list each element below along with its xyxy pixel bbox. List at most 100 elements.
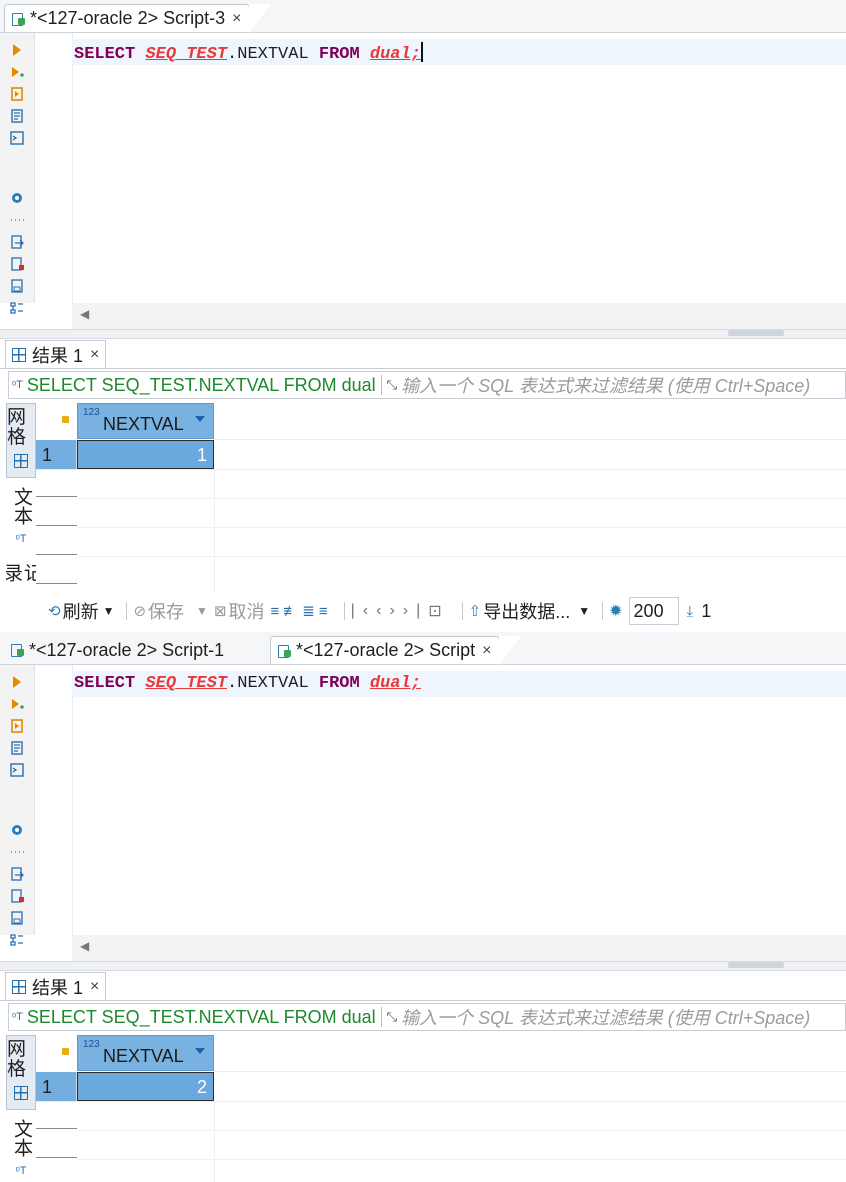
- filter-sql-text: SELECT SEQ_TEST.NEXTVAL FROM dual: [26, 374, 376, 395]
- cancel-button[interactable]: ⊠ 取消: [214, 598, 265, 624]
- next-page-icon[interactable]: ›: [389, 602, 402, 620]
- export-icon[interactable]: [9, 867, 25, 881]
- export-icon[interactable]: [9, 235, 25, 249]
- results-filter-bar[interactable]: ᵒT SELECT SEQ_TEST.NEXTVAL FROM dual ⤡ 输…: [8, 371, 846, 399]
- side-tab-grid[interactable]: 网格: [6, 403, 36, 478]
- execute-script-icon[interactable]: [9, 87, 25, 101]
- sql-code-line[interactable]: SELECT SEQ_TEST.NEXTVAL FROM dual;: [74, 674, 421, 693]
- sql-text: .NEXTVAL: [227, 674, 319, 693]
- sql-code-line[interactable]: SELECT SEQ_TEST.NEXTVAL FROM dual;: [74, 42, 423, 64]
- horizontal-scrollbar[interactable]: ◀: [72, 935, 846, 961]
- open-console-icon[interactable]: [9, 131, 25, 145]
- editor-tab-script[interactable]: *<127-oracle 2> Script ×: [270, 636, 522, 665]
- prev-page-icon[interactable]: ‹: [376, 602, 389, 620]
- export-data-button[interactable]: ⇧ 导出数据... ▼: [469, 598, 590, 624]
- execute-statement-icon[interactable]: [9, 675, 25, 689]
- editor-tab-script-3[interactable]: *<127-oracle 2> Script-3 ×: [4, 4, 272, 33]
- settings-icon[interactable]: [9, 191, 25, 205]
- grid-icon: [12, 347, 26, 362]
- execute-in-new-tab-icon[interactable]: [9, 698, 25, 712]
- sort-arrow-icon[interactable]: [195, 1048, 205, 1054]
- more-icon[interactable]: [9, 845, 25, 859]
- editor-tab-script-1[interactable]: *<127-oracle 2> Script-1: [4, 636, 232, 664]
- expand-filter-icon[interactable]: ⤡: [387, 1009, 397, 1025]
- delete-row-icon[interactable]: ≡: [319, 603, 332, 620]
- last-page-icon[interactable]: ›|: [403, 602, 428, 620]
- side-tab-text[interactable]: 文本 ᵒT: [6, 487, 36, 557]
- lock-icon: [62, 1048, 69, 1055]
- filter-input[interactable]: 输入一个 SQL 表达式来过滤结果 (使用 Ctrl+Space): [401, 1004, 810, 1030]
- row-number: 1: [36, 1072, 77, 1101]
- row-count: 1: [701, 600, 712, 621]
- save-file-icon[interactable]: [9, 911, 25, 925]
- execute-statement-icon[interactable]: [9, 43, 25, 57]
- column-header-nextval[interactable]: 123 NEXTVAL: [77, 1035, 214, 1071]
- side-tab-text[interactable]: 文本 ᵒT: [6, 1119, 36, 1182]
- execute-script-icon[interactable]: [9, 719, 25, 733]
- more-icon[interactable]: [9, 213, 25, 227]
- load-file-icon[interactable]: [9, 257, 25, 271]
- explain-plan-icon[interactable]: [9, 109, 25, 123]
- editor-tab-label: *<127-oracle 2> Script-3: [30, 8, 226, 28]
- open-console-icon[interactable]: [9, 763, 25, 777]
- close-tab-icon[interactable]: ×: [482, 642, 491, 660]
- save-label: 保存: [148, 602, 185, 622]
- dropdown-arrow-icon[interactable]: ▼: [196, 604, 208, 618]
- results-tab-label: 结果 1: [32, 345, 84, 366]
- scroll-left-icon[interactable]: ◀: [80, 939, 89, 953]
- grid-header-corner: [36, 1035, 78, 1071]
- explain-plan-icon[interactable]: [9, 741, 25, 755]
- side-tab-grid[interactable]: 网格: [6, 1035, 36, 1110]
- fetch-all-icon[interactable]: ⊡: [428, 601, 449, 621]
- copy-row-icon[interactable]: ≣: [302, 602, 319, 620]
- sql-keyword: FROM: [318, 45, 360, 64]
- horizontal-scrollbar[interactable]: ◀: [72, 303, 846, 329]
- expand-filter-icon[interactable]: ⤡: [387, 377, 397, 393]
- format-icon[interactable]: [9, 933, 25, 947]
- results-tab[interactable]: 结果 1 ×: [5, 972, 107, 1000]
- table-cell[interactable]: 2: [77, 1072, 214, 1101]
- splitter-grip-icon[interactable]: [728, 962, 784, 968]
- load-file-icon[interactable]: [9, 889, 25, 903]
- add-row-icon[interactable]: ≢: [283, 603, 302, 620]
- grid-icon: [12, 979, 26, 994]
- close-tab-icon[interactable]: ×: [232, 10, 241, 28]
- edit-row-buttons[interactable]: ≡ ≢ ≣ ≡: [271, 602, 332, 621]
- scroll-left-icon[interactable]: ◀: [80, 307, 89, 321]
- execute-in-new-tab-icon[interactable]: [9, 66, 25, 80]
- sort-arrow-icon[interactable]: [195, 416, 205, 422]
- save-file-icon[interactable]: [9, 279, 25, 293]
- editor-tab-strip: *<127-oracle 2> Script-1 *<127-oracle 2>…: [0, 632, 846, 665]
- settings-icon[interactable]: ✹: [609, 601, 622, 621]
- editor-left-toolbar: [0, 33, 35, 314]
- side-tab-record[interactable]: 记录: [6, 563, 36, 597]
- sql-editor[interactable]: SELECT SEQ_TEST.NEXTVAL FROM dual;: [0, 665, 846, 946]
- fetch-size-input[interactable]: 200: [628, 597, 679, 625]
- save-button[interactable]: ⊘ 保存 ▼: [133, 598, 207, 624]
- table-row[interactable]: 1 1: [36, 440, 846, 470]
- dropdown-arrow-icon[interactable]: ▼: [578, 604, 590, 618]
- close-tab-icon[interactable]: ×: [90, 346, 99, 364]
- table-row[interactable]: 1 2: [36, 1072, 846, 1102]
- close-tab-icon[interactable]: ×: [90, 978, 99, 996]
- format-icon[interactable]: [9, 301, 25, 315]
- results-grid[interactable]: 123 NEXTVAL 1 2: [36, 1035, 846, 1182]
- splitter-grip-icon[interactable]: [728, 330, 784, 336]
- navigation-buttons[interactable]: |‹ ‹ › ›| ⊡: [351, 601, 450, 621]
- sql-editor[interactable]: SELECT SEQ_TEST.NEXTVAL FROM dual;: [0, 33, 846, 314]
- refresh-button[interactable]: ⟲ 刷新 ▼: [48, 598, 114, 624]
- filter-input[interactable]: 输入一个 SQL 表达式来过滤结果 (使用 Ctrl+Space): [401, 372, 810, 398]
- dropdown-arrow-icon[interactable]: ▼: [103, 604, 115, 618]
- sql-identifier: dual;: [369, 45, 421, 64]
- results-tab[interactable]: 结果 1 ×: [5, 340, 107, 368]
- table-cell[interactable]: 1: [77, 440, 214, 469]
- first-page-icon[interactable]: |‹: [351, 602, 376, 620]
- column-header-nextval[interactable]: 123 NEXTVAL: [77, 403, 214, 439]
- refresh-icon: ⟲: [48, 603, 61, 620]
- settings-icon[interactable]: [9, 823, 25, 837]
- edit-row-icon[interactable]: ≡: [271, 603, 284, 620]
- empty-column-area: [77, 469, 215, 593]
- results-filter-bar[interactable]: ᵒT SELECT SEQ_TEST.NEXTVAL FROM dual ⤡ 输…: [8, 1003, 846, 1031]
- results-grid[interactable]: 123 NEXTVAL 1 1: [36, 403, 846, 593]
